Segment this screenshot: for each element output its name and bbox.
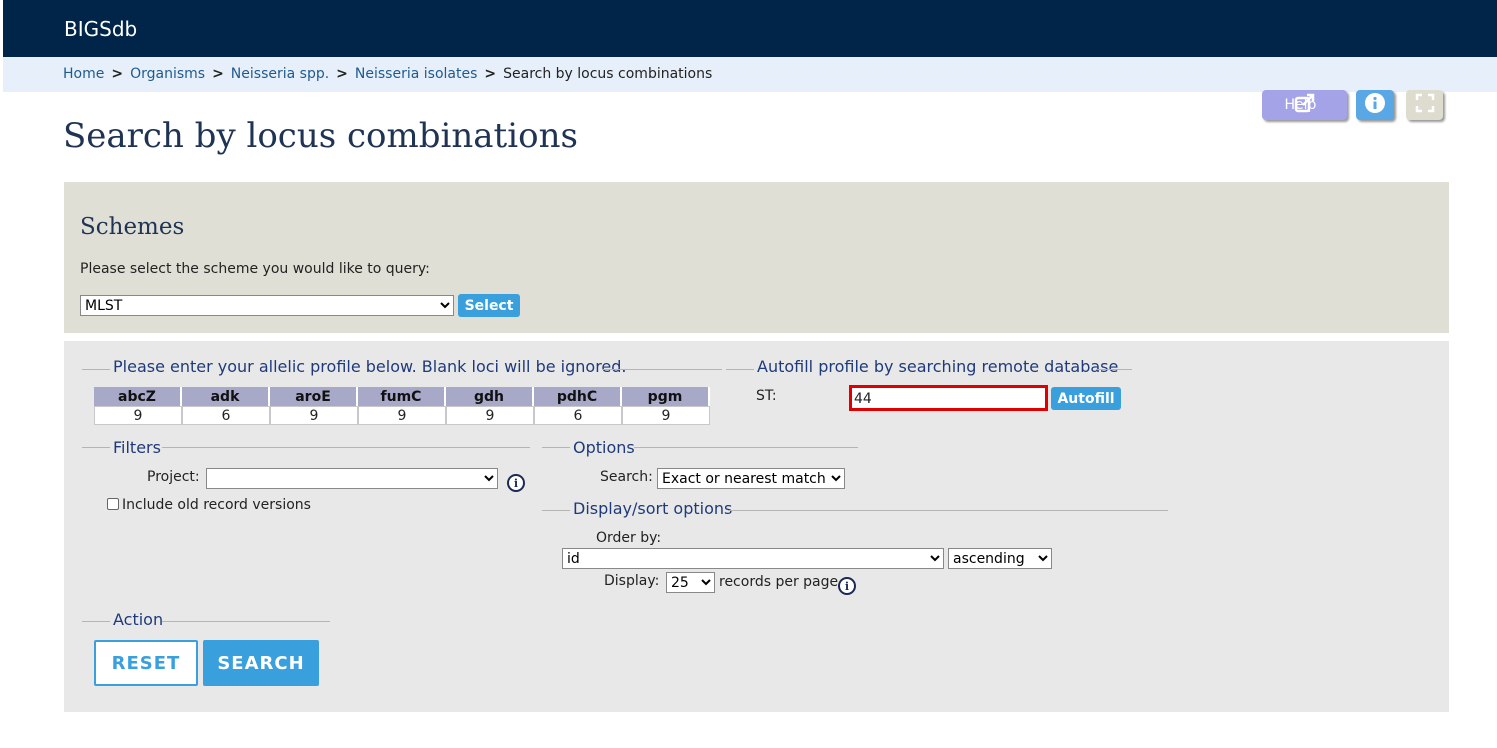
fieldset-rule (82, 369, 110, 370)
fieldset-rule (162, 621, 330, 622)
locus-header: pdhC (534, 387, 622, 406)
autofill-button[interactable]: Autofill (1051, 387, 1121, 410)
fullscreen-icon (1415, 93, 1435, 117)
options-legend: Options (573, 438, 635, 457)
fieldset-rule (728, 510, 1168, 511)
fieldset-rule (82, 621, 110, 622)
breadcrumb-neisseria-isolates[interactable]: Neisseria isolates (355, 66, 477, 82)
fieldset-rule (726, 369, 754, 370)
brand-logo[interactable]: BIGSdb (64, 17, 137, 41)
fieldset-rule (542, 447, 570, 448)
fieldset-rule (1096, 369, 1132, 370)
info-button[interactable] (1356, 90, 1394, 120)
locus-value-input[interactable]: 9 (94, 406, 182, 425)
project-info-icon[interactable]: i (507, 474, 525, 492)
scheme-select[interactable]: MLST (80, 295, 454, 316)
info-icon (1364, 92, 1386, 118)
locus-value-input[interactable]: 9 (358, 406, 446, 425)
allelic-profile-table: abcZ adk aroE fumC gdh pdhC pgm 9 6 9 9 … (94, 387, 710, 425)
profile-legend: Please enter your allelic profile below.… (113, 357, 627, 376)
page-title: Search by locus combinations (63, 116, 578, 156)
display-label: Display: (604, 573, 660, 589)
breadcrumb-organisms[interactable]: Organisms (130, 66, 205, 82)
order-by-label: Order by: (596, 530, 662, 546)
st-input[interactable]: 44 (849, 385, 1048, 411)
display-legend: Display/sort options (573, 499, 733, 518)
locus-header: adk (182, 387, 270, 406)
records-per-page-label: records per page (719, 574, 839, 590)
locus-header: gdh (446, 387, 534, 406)
reset-button[interactable]: RESET (94, 640, 198, 686)
filters-legend: Filters (113, 438, 161, 457)
locus-value-input[interactable]: 9 (622, 406, 710, 425)
locus-header: abcZ (94, 387, 182, 406)
fieldset-rule (82, 447, 110, 448)
help-label: Help (1284, 97, 1317, 113)
fieldset-rule (634, 447, 858, 448)
breadcrumb-neisseria-spp[interactable]: Neisseria spp. (231, 66, 329, 82)
locus-header: fumC (358, 387, 446, 406)
select-scheme-button[interactable]: Select (458, 294, 520, 317)
st-label: ST: (756, 388, 777, 404)
schemes-panel: Schemes Please select the scheme you wou… (64, 182, 1449, 333)
locus-value-input[interactable]: 6 (534, 406, 622, 425)
include-old-versions-checkbox[interactable] (107, 498, 119, 510)
include-old-versions-label: Include old record versions (122, 497, 311, 513)
fieldset-rule (162, 447, 530, 448)
project-label: Project: (147, 469, 200, 485)
schemes-prompt: Please select the scheme you would like … (80, 261, 430, 277)
locus-value-input[interactable]: 6 (182, 406, 270, 425)
fieldset-rule (542, 510, 570, 511)
breadcrumb-separator: > (212, 66, 224, 82)
locus-value-input[interactable]: 9 (270, 406, 358, 425)
schemes-heading: Schemes (80, 214, 185, 240)
fieldset-rule (602, 369, 722, 370)
search-button[interactable]: SEARCH (203, 640, 319, 686)
project-select[interactable] (206, 468, 498, 489)
action-legend: Action (113, 610, 164, 629)
sort-direction-select[interactable]: ascending (948, 548, 1052, 569)
top-bar: BIGSdb (3, 0, 1497, 57)
order-by-select[interactable]: id (562, 548, 944, 569)
locus-header: pgm (622, 387, 710, 406)
breadcrumb-separator: > (336, 66, 348, 82)
breadcrumb-home[interactable]: Home (63, 66, 104, 82)
help-button[interactable]: Help (1262, 90, 1347, 120)
fullscreen-button[interactable] (1406, 90, 1443, 120)
records-per-page-select[interactable]: 25 (666, 572, 715, 593)
breadcrumb: Home > Organisms > Neisseria spp. > Neisseria … (3, 57, 1497, 92)
search-mode-label: Search: (600, 469, 653, 485)
breadcrumb-separator: > (484, 66, 497, 82)
locus-value-input[interactable]: 9 (446, 406, 534, 425)
breadcrumb-separator: > (111, 66, 124, 82)
search-mode-select[interactable]: Exact or nearest match (657, 468, 845, 489)
locus-header: aroE (270, 387, 358, 406)
display-info-icon[interactable]: i (838, 577, 856, 595)
autofill-legend: Autofill profile by searching remote dat… (757, 357, 1119, 376)
breadcrumb-current: Search by locus combinations (503, 66, 713, 82)
